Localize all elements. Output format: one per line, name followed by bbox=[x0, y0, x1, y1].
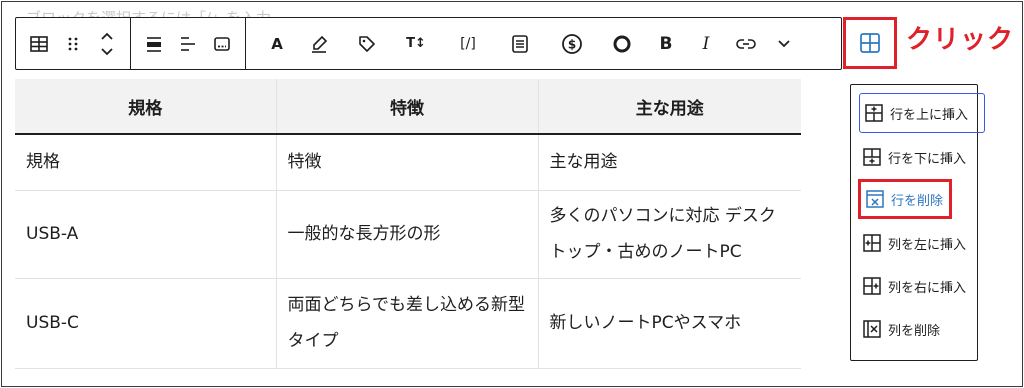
chevron-down-icon bbox=[778, 39, 790, 47]
insert-row-after-icon bbox=[863, 148, 881, 166]
insert-column-after-icon bbox=[863, 277, 881, 295]
insert-column-before-icon bbox=[863, 234, 881, 252]
toolbar-group-format: A T↕ [/] $ B I bbox=[245, 18, 802, 69]
table-header-cell[interactable]: 主な用途 bbox=[537, 79, 801, 135]
dollar-icon: $ bbox=[562, 33, 582, 54]
menu-item-label: 列を削除 bbox=[888, 323, 941, 339]
align-full-button[interactable] bbox=[137, 18, 171, 69]
data-table: 規格 特徴 主な用途 規格 特徴 主な用途 USB-A 一般的な長方形の形 多く… bbox=[15, 79, 801, 369]
table-row: USB-C 両面どちらでも差し込める新型タイプ 新しいノートPCやスマホ bbox=[15, 278, 801, 369]
paragraph-button[interactable] bbox=[494, 18, 546, 69]
delete-column-icon bbox=[863, 320, 881, 338]
align-center-button[interactable] bbox=[205, 18, 239, 69]
table-cell[interactable]: 多くのパソコンに対応 デスクトップ・古めのノートPC bbox=[537, 190, 801, 279]
menu-item-insert-column-before[interactable]: 列を左に挿入 bbox=[858, 223, 966, 263]
menu-item-label: 行を下に挿入 bbox=[888, 151, 967, 167]
table-cell[interactable]: USB-C bbox=[15, 278, 276, 369]
table-edit-menu: 行を上に挿入 行を下に挿入 行を削除 列を左に挿入 列を右に挿入 列を削除 bbox=[850, 84, 985, 361]
bold-button[interactable]: B bbox=[646, 18, 686, 69]
more-options-button[interactable] bbox=[766, 18, 802, 69]
insert-row-before-icon bbox=[865, 104, 883, 122]
menu-item-insert-row-before[interactable]: 行を上に挿入 bbox=[859, 93, 985, 133]
text-color-icon: A bbox=[271, 34, 283, 53]
drag-handle-button[interactable] bbox=[56, 18, 90, 69]
table-cell[interactable]: 新しいノートPCやスマホ bbox=[537, 278, 801, 369]
align-center-icon bbox=[214, 36, 230, 51]
tag-icon bbox=[359, 35, 375, 52]
move-up-down-button[interactable] bbox=[90, 18, 124, 69]
table-cell[interactable]: 規格 bbox=[15, 134, 276, 191]
inline-code-button[interactable]: [/] bbox=[442, 18, 494, 69]
link-button[interactable] bbox=[726, 18, 766, 69]
text-color-button[interactable]: A bbox=[260, 18, 294, 69]
table-cell[interactable]: USB-A bbox=[15, 190, 276, 279]
svg-text:$: $ bbox=[568, 37, 576, 51]
table-header-row: 規格 特徴 主な用途 bbox=[15, 79, 801, 135]
circle-icon bbox=[613, 35, 631, 52]
delete-row-icon bbox=[866, 190, 884, 208]
toolbar-group-block bbox=[16, 18, 130, 69]
table-cell[interactable]: 主な用途 bbox=[537, 134, 801, 191]
move-up-down-icon bbox=[101, 32, 113, 55]
font-size-button[interactable]: T↕ bbox=[390, 18, 442, 69]
table-cell[interactable]: 一般的な長方形の形 bbox=[275, 190, 538, 279]
menu-item-label: 行を削除 bbox=[891, 193, 944, 209]
menu-item-label: 列を右に挿入 bbox=[888, 280, 967, 296]
table-header-cell[interactable]: 特徴 bbox=[275, 79, 538, 135]
menu-item-insert-column-after[interactable]: 列を右に挿入 bbox=[858, 266, 966, 306]
tag-button[interactable] bbox=[344, 18, 390, 69]
drag-handle-icon bbox=[68, 37, 78, 50]
edit-table-button[interactable] bbox=[843, 17, 897, 69]
table-grid-icon bbox=[860, 33, 880, 53]
align-full-icon bbox=[147, 36, 161, 52]
menu-item-delete-column[interactable]: 列を削除 bbox=[858, 309, 940, 349]
highlight-button[interactable] bbox=[294, 18, 344, 69]
highlight-icon bbox=[312, 35, 328, 53]
link-icon bbox=[736, 38, 756, 49]
dollar-button[interactable]: $ bbox=[546, 18, 598, 69]
click-annotation: クリック bbox=[906, 25, 1015, 55]
align-left-button[interactable] bbox=[171, 18, 205, 69]
font-size-icon: T↕ bbox=[406, 36, 426, 51]
table-header-cell[interactable]: 規格 bbox=[15, 79, 276, 135]
italic-button[interactable]: I bbox=[686, 18, 726, 69]
circle-button[interactable] bbox=[598, 18, 646, 69]
italic-icon: I bbox=[702, 33, 710, 54]
table-row: USB-A 一般的な長方形の形 多くのパソコンに対応 デスクトップ・古めのノート… bbox=[15, 190, 801, 279]
align-left-icon bbox=[181, 36, 195, 51]
table-block-button[interactable] bbox=[22, 18, 56, 69]
table-cell[interactable]: 両面どちらでも差し込める新型タイプ bbox=[275, 278, 538, 369]
inline-code-icon: [/] bbox=[460, 35, 476, 52]
toolbar-group-align bbox=[130, 18, 245, 69]
block-toolbar: A T↕ [/] $ B I bbox=[15, 17, 842, 70]
bold-icon: B bbox=[659, 33, 673, 54]
table-icon bbox=[30, 35, 48, 52]
menu-item-label: 列を左に挿入 bbox=[888, 237, 967, 253]
paragraph-icon bbox=[512, 34, 528, 53]
table-row: 規格 特徴 主な用途 bbox=[15, 134, 801, 191]
menu-item-delete-row[interactable]: 行を削除 bbox=[858, 179, 953, 219]
table-cell[interactable]: 特徴 bbox=[275, 134, 538, 191]
menu-item-label: 行を上に挿入 bbox=[890, 107, 969, 123]
menu-item-insert-row-after[interactable]: 行を下に挿入 bbox=[858, 137, 966, 177]
